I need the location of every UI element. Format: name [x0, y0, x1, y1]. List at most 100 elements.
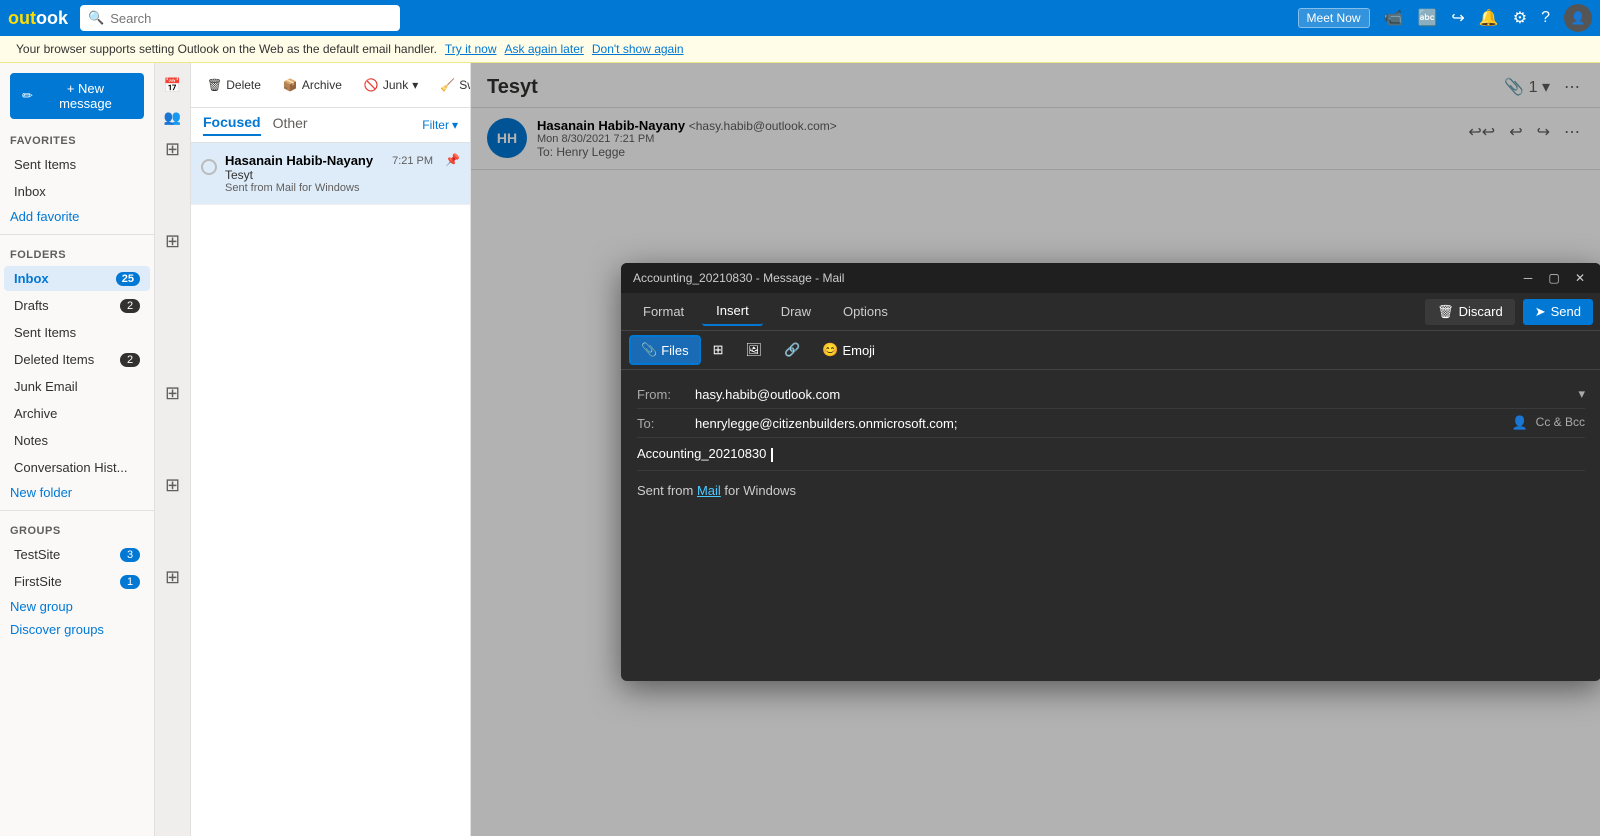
- filter-button[interactable]: Filter ▾: [422, 118, 458, 132]
- sidebar-item-firstsite[interactable]: FirstSite 1: [4, 569, 150, 594]
- to-value: henrylegge@citizenbuilders.onmicrosoft.c…: [695, 416, 1503, 431]
- sidebar-item-junk[interactable]: Junk Email: [4, 374, 150, 399]
- compose-body: From: hasy.habib@outlook.com ▾ To: henry…: [621, 370, 1600, 681]
- icon-strip-calendar[interactable]: 📅: [159, 71, 187, 99]
- send-icon: ➤: [1535, 304, 1546, 320]
- sidebar-item-sent-items-fav[interactable]: Sent Items: [4, 152, 150, 177]
- cc-bcc-button[interactable]: Cc & Bcc: [1536, 415, 1585, 431]
- people-icon[interactable]: 👤: [1511, 415, 1527, 431]
- insert-files-button[interactable]: 📎 Files: [629, 335, 701, 365]
- email-subject: Tesyt: [225, 168, 433, 182]
- notification-message: Your browser supports setting Outlook on…: [16, 42, 437, 56]
- search-input[interactable]: [110, 11, 392, 26]
- sidebar-item-deleted[interactable]: Deleted Items 2: [4, 347, 150, 372]
- new-folder-link[interactable]: New folder: [0, 481, 154, 504]
- email-item[interactable]: Hasanain Habib-Nayany 7:21 PM Tesyt Sent…: [191, 143, 470, 205]
- compose-tab-options[interactable]: Options: [829, 298, 902, 325]
- email-radio[interactable]: [201, 159, 217, 175]
- sidebar-item-conversation-hist[interactable]: Conversation Hist...: [4, 455, 150, 480]
- video-call-icon[interactable]: 📹: [1384, 8, 1404, 28]
- tab-other[interactable]: Other: [273, 115, 308, 135]
- archive-icon: 📦: [283, 78, 298, 92]
- insert-emoji-button[interactable]: 😊 Emoji: [812, 337, 885, 363]
- compose-tab-insert[interactable]: Insert: [702, 297, 763, 326]
- notification-bar: Your browser supports setting Outlook on…: [0, 36, 1600, 63]
- compose-insert-toolbar: 📎 Files ⊞ 🖼 🔗 😊 Emoji: [621, 331, 1600, 370]
- ask-again-link[interactable]: Ask again later: [504, 42, 583, 56]
- filter-chevron-icon: ▾: [452, 118, 458, 132]
- compose-from-field: From: hasy.habib@outlook.com ▾: [637, 380, 1585, 409]
- email-list-tabs: Focused Other Filter ▾: [191, 108, 470, 143]
- delete-button[interactable]: 🗑 Delete: [199, 74, 269, 96]
- add-favorite-link[interactable]: Add favorite: [0, 205, 154, 228]
- email-meta: Hasanain Habib-Nayany 7:21 PM: [225, 153, 433, 168]
- top-bar: outook 🔍 Meet Now 📹 🔤 ↪ 🔔 ⚙ ? 👤: [0, 0, 1600, 36]
- discover-groups-link[interactable]: Discover groups: [0, 618, 154, 641]
- sidebar-item-inbox[interactable]: Inbox 25: [4, 266, 150, 291]
- discard-button[interactable]: 🗑 Discard: [1425, 299, 1515, 325]
- insert-link-button[interactable]: 🔗: [774, 337, 810, 363]
- profile-icon[interactable]: 👤: [1564, 4, 1592, 32]
- junk-chevron: ▾: [412, 78, 418, 92]
- image-icon: 🖼: [746, 342, 763, 358]
- sidebar: ✏ + New message Favorites Sent Items Inb…: [0, 63, 155, 836]
- email-list-toolbar: 🗑 Delete 📦 Archive 🚫 Junk ▾ 🧹 Sweep 📂 Mo…: [191, 63, 470, 108]
- mail-link[interactable]: Mail: [697, 483, 721, 498]
- forward-icon[interactable]: ↪: [1451, 8, 1464, 28]
- junk-icon: 🚫: [364, 78, 379, 92]
- restore-button[interactable]: ▢: [1545, 269, 1563, 287]
- icon-strip: 📅 👥 ⊞ ⊞ ⊞ ⊞ ⊞: [155, 63, 191, 836]
- discard-icon: 🗑: [1437, 304, 1454, 320]
- sidebar-item-inbox-fav[interactable]: Inbox: [4, 179, 150, 204]
- search-box[interactable]: 🔍: [80, 5, 400, 31]
- icon-strip-windows5[interactable]: ⊞: [159, 563, 187, 591]
- compose-text-area[interactable]: Sent from Mail for Windows: [637, 471, 1585, 671]
- archive-button[interactable]: 📦 Archive: [275, 74, 350, 96]
- tab-focused[interactable]: Focused: [203, 114, 261, 136]
- help-icon[interactable]: ?: [1541, 9, 1550, 27]
- icon-strip-windows2[interactable]: ⊞: [159, 227, 187, 255]
- to-field-actions: 👤 Cc & Bcc: [1511, 415, 1585, 431]
- junk-button[interactable]: 🚫 Junk ▾: [356, 74, 426, 96]
- translate-icon[interactable]: 🔤: [1418, 8, 1438, 28]
- settings-icon[interactable]: ⚙: [1513, 8, 1527, 28]
- insert-table-button[interactable]: ⊞: [703, 337, 734, 363]
- compose-tab-draw[interactable]: Draw: [767, 298, 825, 325]
- icon-strip-windows3[interactable]: ⊞: [159, 379, 187, 407]
- try-it-now-link[interactable]: Try it now: [445, 42, 497, 56]
- sweep-button[interactable]: 🧹 Sweep: [432, 74, 471, 96]
- compose-tab-format[interactable]: Format: [629, 298, 698, 325]
- compose-actions: 🗑 Discard ➤ Send: [1425, 299, 1593, 325]
- notifications-icon[interactable]: 🔔: [1479, 8, 1499, 28]
- icon-strip-windows1[interactable]: ⊞: [159, 135, 187, 163]
- minimize-button[interactable]: ─: [1519, 269, 1537, 287]
- sidebar-item-archive[interactable]: Archive: [4, 401, 150, 426]
- favorites-label: Favorites: [0, 127, 154, 151]
- new-group-link[interactable]: New group: [0, 595, 154, 618]
- from-label: From:: [637, 387, 687, 402]
- from-dropdown-icon[interactable]: ▾: [1578, 386, 1585, 402]
- sidebar-item-testsite[interactable]: TestSite 3: [4, 542, 150, 567]
- sidebar-item-notes[interactable]: Notes: [4, 428, 150, 453]
- search-icon: 🔍: [88, 10, 104, 26]
- close-button[interactable]: ✕: [1571, 269, 1589, 287]
- main-layout: ✏ + New message Favorites Sent Items Inb…: [0, 63, 1600, 836]
- app-logo: outook: [8, 8, 68, 29]
- dont-show-link[interactable]: Don't show again: [592, 42, 684, 56]
- link-icon: 🔗: [784, 342, 800, 358]
- top-bar-actions: Meet Now 📹 🔤 ↪ 🔔 ⚙ ? 👤: [1298, 4, 1592, 32]
- compose-to-field[interactable]: To: henrylegge@citizenbuilders.onmicroso…: [637, 409, 1585, 438]
- insert-image-button[interactable]: 🖼: [736, 337, 773, 363]
- compose-subject[interactable]: Accounting_20210830: [637, 438, 1585, 471]
- email-content: Hasanain Habib-Nayany 7:21 PM Tesyt Sent…: [225, 153, 433, 194]
- icon-strip-people[interactable]: 👥: [159, 103, 187, 131]
- meet-now-button[interactable]: Meet Now: [1298, 8, 1370, 28]
- new-message-button[interactable]: ✏ + New message: [10, 73, 144, 119]
- compose-window: Accounting_20210830 - Message - Mail ─ ▢…: [621, 263, 1600, 681]
- sidebar-item-sent[interactable]: Sent Items: [4, 320, 150, 345]
- sweep-icon: 🧹: [440, 78, 455, 92]
- compose-titlebar: Accounting_20210830 - Message - Mail ─ ▢…: [621, 263, 1600, 293]
- icon-strip-windows4[interactable]: ⊞: [159, 471, 187, 499]
- send-button[interactable]: ➤ Send: [1523, 299, 1593, 325]
- sidebar-item-drafts[interactable]: Drafts 2: [4, 293, 150, 318]
